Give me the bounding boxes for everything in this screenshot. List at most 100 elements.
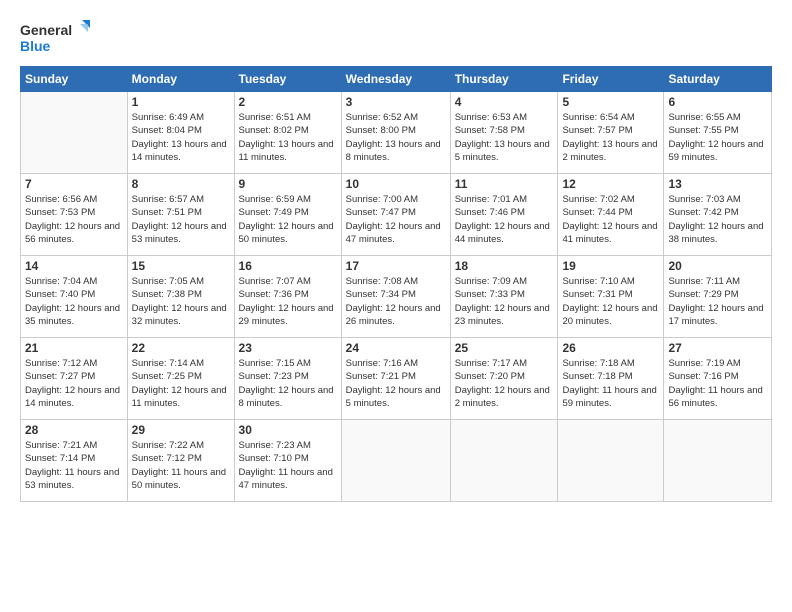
col-header-friday: Friday <box>558 67 664 92</box>
calendar-week-5: 28 Sunrise: 7:21 AMSunset: 7:14 PMDayligh… <box>21 420 772 502</box>
day-info: Sunrise: 7:04 AMSunset: 7:40 PMDaylight:… <box>25 275 123 328</box>
day-number: 11 <box>455 177 554 191</box>
calendar-cell: 27 Sunrise: 7:19 AMSunset: 7:16 PMDayligh… <box>664 338 772 420</box>
day-number: 29 <box>132 423 230 437</box>
calendar-cell: 17Sunrise: 7:08 AMSunset: 7:34 PMDayligh… <box>341 256 450 338</box>
day-number: 25 <box>455 341 554 355</box>
day-number: 6 <box>668 95 767 109</box>
day-info: Sunrise: 6:57 AMSunset: 7:51 PMDaylight:… <box>132 193 230 246</box>
day-info: Sunrise: 7:23 AMSunset: 7:10 PMDaylight:… <box>239 439 337 492</box>
day-info: Sunrise: 7:14 AMSunset: 7:25 PMDaylight:… <box>132 357 230 410</box>
logo-svg: General Blue <box>20 18 90 56</box>
day-info: Sunrise: 7:16 AMSunset: 7:21 PMDaylight:… <box>346 357 446 410</box>
calendar-cell: 18Sunrise: 7:09 AMSunset: 7:33 PMDayligh… <box>450 256 558 338</box>
calendar-cell: 22 Sunrise: 7:14 AMSunset: 7:25 PMDayligh… <box>127 338 234 420</box>
day-info: Sunrise: 7:05 AMSunset: 7:38 PMDaylight:… <box>132 275 230 328</box>
calendar-week-1: 1 Sunrise: 6:49 AMSunset: 8:04 PMDaylight… <box>21 92 772 174</box>
day-number: 14 <box>25 259 123 273</box>
day-number: 28 <box>25 423 123 437</box>
day-info: Sunrise: 7:17 AMSunset: 7:20 PMDaylight:… <box>455 357 554 410</box>
calendar-cell <box>341 420 450 502</box>
day-info: Sunrise: 7:11 AMSunset: 7:29 PMDaylight:… <box>668 275 767 328</box>
day-info: Sunrise: 6:56 AMSunset: 7:53 PMDaylight:… <box>25 193 123 246</box>
day-info: Sunrise: 7:00 AMSunset: 7:47 PMDaylight:… <box>346 193 446 246</box>
page: General Blue SundayMondayTuesdayWednesda… <box>0 0 792 612</box>
day-number: 7 <box>25 177 123 191</box>
calendar-cell: 19 Sunrise: 7:10 AMSunset: 7:31 PMDayligh… <box>558 256 664 338</box>
day-number: 8 <box>132 177 230 191</box>
calendar-cell: 29 Sunrise: 7:22 AMSunset: 7:12 PMDayligh… <box>127 420 234 502</box>
day-info: Sunrise: 6:54 AMSunset: 7:57 PMDaylight:… <box>562 111 659 164</box>
day-info: Sunrise: 7:12 AMSunset: 7:27 PMDaylight:… <box>25 357 123 410</box>
calendar-cell: 23 Sunrise: 7:15 AMSunset: 7:23 PMDayligh… <box>234 338 341 420</box>
day-number: 13 <box>668 177 767 191</box>
calendar-cell: 5 Sunrise: 6:54 AMSunset: 7:57 PMDaylight… <box>558 92 664 174</box>
calendar-cell <box>664 420 772 502</box>
day-info: Sunrise: 7:02 AMSunset: 7:44 PMDaylight:… <box>562 193 659 246</box>
day-info: Sunrise: 7:07 AMSunset: 7:36 PMDaylight:… <box>239 275 337 328</box>
day-number: 19 <box>562 259 659 273</box>
day-info: Sunrise: 7:22 AMSunset: 7:12 PMDaylight:… <box>132 439 230 492</box>
col-header-thursday: Thursday <box>450 67 558 92</box>
calendar-cell: 3 Sunrise: 6:52 AMSunset: 8:00 PMDaylight… <box>341 92 450 174</box>
day-info: Sunrise: 6:55 AMSunset: 7:55 PMDaylight:… <box>668 111 767 164</box>
calendar-week-4: 21 Sunrise: 7:12 AMSunset: 7:27 PMDayligh… <box>21 338 772 420</box>
calendar-cell: 11 Sunrise: 7:01 AMSunset: 7:46 PMDayligh… <box>450 174 558 256</box>
calendar-cell: 16 Sunrise: 7:07 AMSunset: 7:36 PMDayligh… <box>234 256 341 338</box>
day-number: 23 <box>239 341 337 355</box>
calendar-cell: 6 Sunrise: 6:55 AMSunset: 7:55 PMDaylight… <box>664 92 772 174</box>
col-header-sunday: Sunday <box>21 67 128 92</box>
day-info: Sunrise: 6:49 AMSunset: 8:04 PMDaylight:… <box>132 111 230 164</box>
day-info: Sunrise: 6:53 AMSunset: 7:58 PMDaylight:… <box>455 111 554 164</box>
day-number: 27 <box>668 341 767 355</box>
col-header-monday: Monday <box>127 67 234 92</box>
header: General Blue <box>20 18 772 56</box>
day-info: Sunrise: 7:01 AMSunset: 7:46 PMDaylight:… <box>455 193 554 246</box>
calendar-cell: 30 Sunrise: 7:23 AMSunset: 7:10 PMDayligh… <box>234 420 341 502</box>
calendar-week-3: 14 Sunrise: 7:04 AMSunset: 7:40 PMDayligh… <box>21 256 772 338</box>
calendar-cell: 14 Sunrise: 7:04 AMSunset: 7:40 PMDayligh… <box>21 256 128 338</box>
calendar-cell <box>21 92 128 174</box>
day-number: 10 <box>346 177 446 191</box>
day-number: 1 <box>132 95 230 109</box>
calendar-cell <box>558 420 664 502</box>
day-info: Sunrise: 6:51 AMSunset: 8:02 PMDaylight:… <box>239 111 337 164</box>
calendar-cell: 4 Sunrise: 6:53 AMSunset: 7:58 PMDaylight… <box>450 92 558 174</box>
day-number: 16 <box>239 259 337 273</box>
day-number: 3 <box>346 95 446 109</box>
calendar-cell: 8 Sunrise: 6:57 AMSunset: 7:51 PMDaylight… <box>127 174 234 256</box>
day-info: Sunrise: 7:15 AMSunset: 7:23 PMDaylight:… <box>239 357 337 410</box>
calendar-cell <box>450 420 558 502</box>
calendar-cell: 15 Sunrise: 7:05 AMSunset: 7:38 PMDayligh… <box>127 256 234 338</box>
calendar-cell: 2Sunrise: 6:51 AMSunset: 8:02 PMDaylight… <box>234 92 341 174</box>
calendar-cell: 25 Sunrise: 7:17 AMSunset: 7:20 PMDayligh… <box>450 338 558 420</box>
day-info: Sunrise: 7:18 AMSunset: 7:18 PMDaylight:… <box>562 357 659 410</box>
day-number: 4 <box>455 95 554 109</box>
calendar-cell: 21 Sunrise: 7:12 AMSunset: 7:27 PMDayligh… <box>21 338 128 420</box>
calendar-cell: 28 Sunrise: 7:21 AMSunset: 7:14 PMDayligh… <box>21 420 128 502</box>
calendar-cell: 24 Sunrise: 7:16 AMSunset: 7:21 PMDayligh… <box>341 338 450 420</box>
day-info: Sunrise: 7:03 AMSunset: 7:42 PMDaylight:… <box>668 193 767 246</box>
calendar-cell: 9Sunrise: 6:59 AMSunset: 7:49 PMDaylight… <box>234 174 341 256</box>
day-number: 22 <box>132 341 230 355</box>
logo: General Blue <box>20 18 90 56</box>
svg-text:General: General <box>20 22 72 38</box>
day-number: 9 <box>239 177 337 191</box>
day-number: 5 <box>562 95 659 109</box>
calendar-cell: 1 Sunrise: 6:49 AMSunset: 8:04 PMDaylight… <box>127 92 234 174</box>
calendar-cell: 10 Sunrise: 7:00 AMSunset: 7:47 PMDayligh… <box>341 174 450 256</box>
day-number: 30 <box>239 423 337 437</box>
day-info: Sunrise: 7:19 AMSunset: 7:16 PMDaylight:… <box>668 357 767 410</box>
calendar-cell: 26Sunrise: 7:18 AMSunset: 7:18 PMDayligh… <box>558 338 664 420</box>
col-header-wednesday: Wednesday <box>341 67 450 92</box>
col-header-tuesday: Tuesday <box>234 67 341 92</box>
day-info: Sunrise: 7:10 AMSunset: 7:31 PMDaylight:… <box>562 275 659 328</box>
day-number: 24 <box>346 341 446 355</box>
day-number: 12 <box>562 177 659 191</box>
day-number: 15 <box>132 259 230 273</box>
day-info: Sunrise: 6:52 AMSunset: 8:00 PMDaylight:… <box>346 111 446 164</box>
day-number: 21 <box>25 341 123 355</box>
day-info: Sunrise: 7:21 AMSunset: 7:14 PMDaylight:… <box>25 439 123 492</box>
calendar-cell: 12 Sunrise: 7:02 AMSunset: 7:44 PMDayligh… <box>558 174 664 256</box>
col-header-saturday: Saturday <box>664 67 772 92</box>
